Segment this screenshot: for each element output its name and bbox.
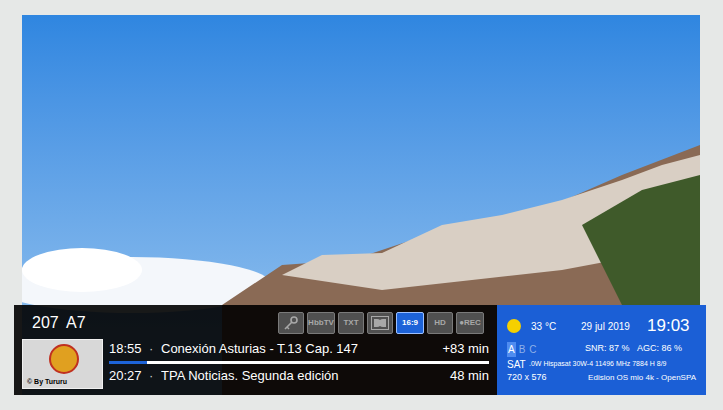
satellite-row: SAT.0W Hispasat 30W-4 11496 MHz 7884 H 8… [507, 357, 696, 371]
info-panel: 33 °C29 jul 201919:03ABCSNR: 87 %AGC: 86… [497, 305, 706, 395]
infobar-main: 207A7 HbbTV TXT 16:9 HD ●REC © By Tururu 18:55·… [14, 305, 497, 395]
sun-icon [507, 319, 521, 333]
event-list: 18:55·Conexión Asturias - T.13 Cap. 147+… [109, 339, 489, 389]
event-time: 20:27 [109, 366, 149, 386]
indicator-label: 16:9 [402, 319, 418, 327]
dolby-icon [367, 312, 393, 334]
event-row: 20:27·TPA Noticias. Segunda edición48 mi… [109, 366, 489, 386]
event-separator: · [149, 339, 161, 359]
key-icon [278, 312, 304, 334]
temperature: 33 °C [531, 319, 581, 334]
channel-name: A7 [66, 311, 278, 335]
sat-info: .0W Hispasat 30W-4 11496 MHz 7884 H 8/9 [529, 359, 666, 370]
agc-reading: AGC: 86 % [637, 342, 682, 356]
event-title: TPA Noticias. Segunda edición [161, 366, 446, 386]
event-separator: · [149, 366, 161, 386]
progress-fill [109, 361, 147, 364]
indicator-badge: TXT [338, 312, 364, 334]
tuner-label: C [528, 342, 537, 357]
epg-row: © By Tururu 18:55·Conexión Asturias - T.1… [22, 339, 489, 389]
event-row: 18:55·Conexión Asturias - T.13 Cap. 147+… [109, 339, 489, 359]
progress-track [109, 361, 489, 364]
channel-row: 207A7 HbbTV TXT 16:9 HD ●REC [22, 309, 489, 337]
clock: 19:03 [647, 313, 690, 339]
receiver-name: Edision OS mio 4k - OpenSPA [588, 372, 696, 384]
channel-number: 207 [32, 311, 66, 335]
event-duration: +83 min [442, 339, 489, 359]
indicator-label: HbbTV [308, 319, 334, 327]
date: 29 jul 2019 [581, 319, 647, 334]
indicator-badge: ●REC [456, 312, 484, 334]
channel-picon: © By Tururu [22, 339, 103, 389]
device-row: 720 x 576 Edision OS mio 4k - OpenSPA [507, 371, 696, 385]
indicator-label: ●REC [459, 319, 481, 327]
indicator-label: HD [434, 319, 446, 327]
tuner-label: B [518, 342, 527, 357]
picon-caption: © By Tururu [27, 377, 67, 388]
indicator-badge: 16:9 [396, 312, 424, 334]
event-duration: 48 min [450, 366, 489, 386]
resolution: 720 x 576 [507, 371, 547, 385]
indicator-badge: HD [427, 312, 453, 334]
signal-row: ABCSNR: 87 %AGC: 86 % [507, 341, 696, 357]
infobar: 207A7 HbbTV TXT 16:9 HD ●REC © By Tururu 18:55·… [14, 305, 706, 395]
indicator-row: HbbTV TXT 16:9 HD ●REC [278, 312, 484, 334]
event-time: 18:55 [109, 339, 149, 359]
tuner-label: A [507, 342, 516, 357]
snr-reading: SNR: 87 % [585, 342, 637, 356]
event-title: Conexión Asturias - T.13 Cap. 147 [161, 339, 438, 359]
sat-label: SAT [507, 357, 529, 372]
indicator-label: TXT [343, 319, 358, 327]
indicator-badge: HbbTV [307, 312, 335, 334]
weather-row: 33 °C29 jul 201919:03 [507, 311, 696, 341]
tuner-list: ABC [507, 342, 585, 357]
owl-icon [49, 344, 79, 374]
